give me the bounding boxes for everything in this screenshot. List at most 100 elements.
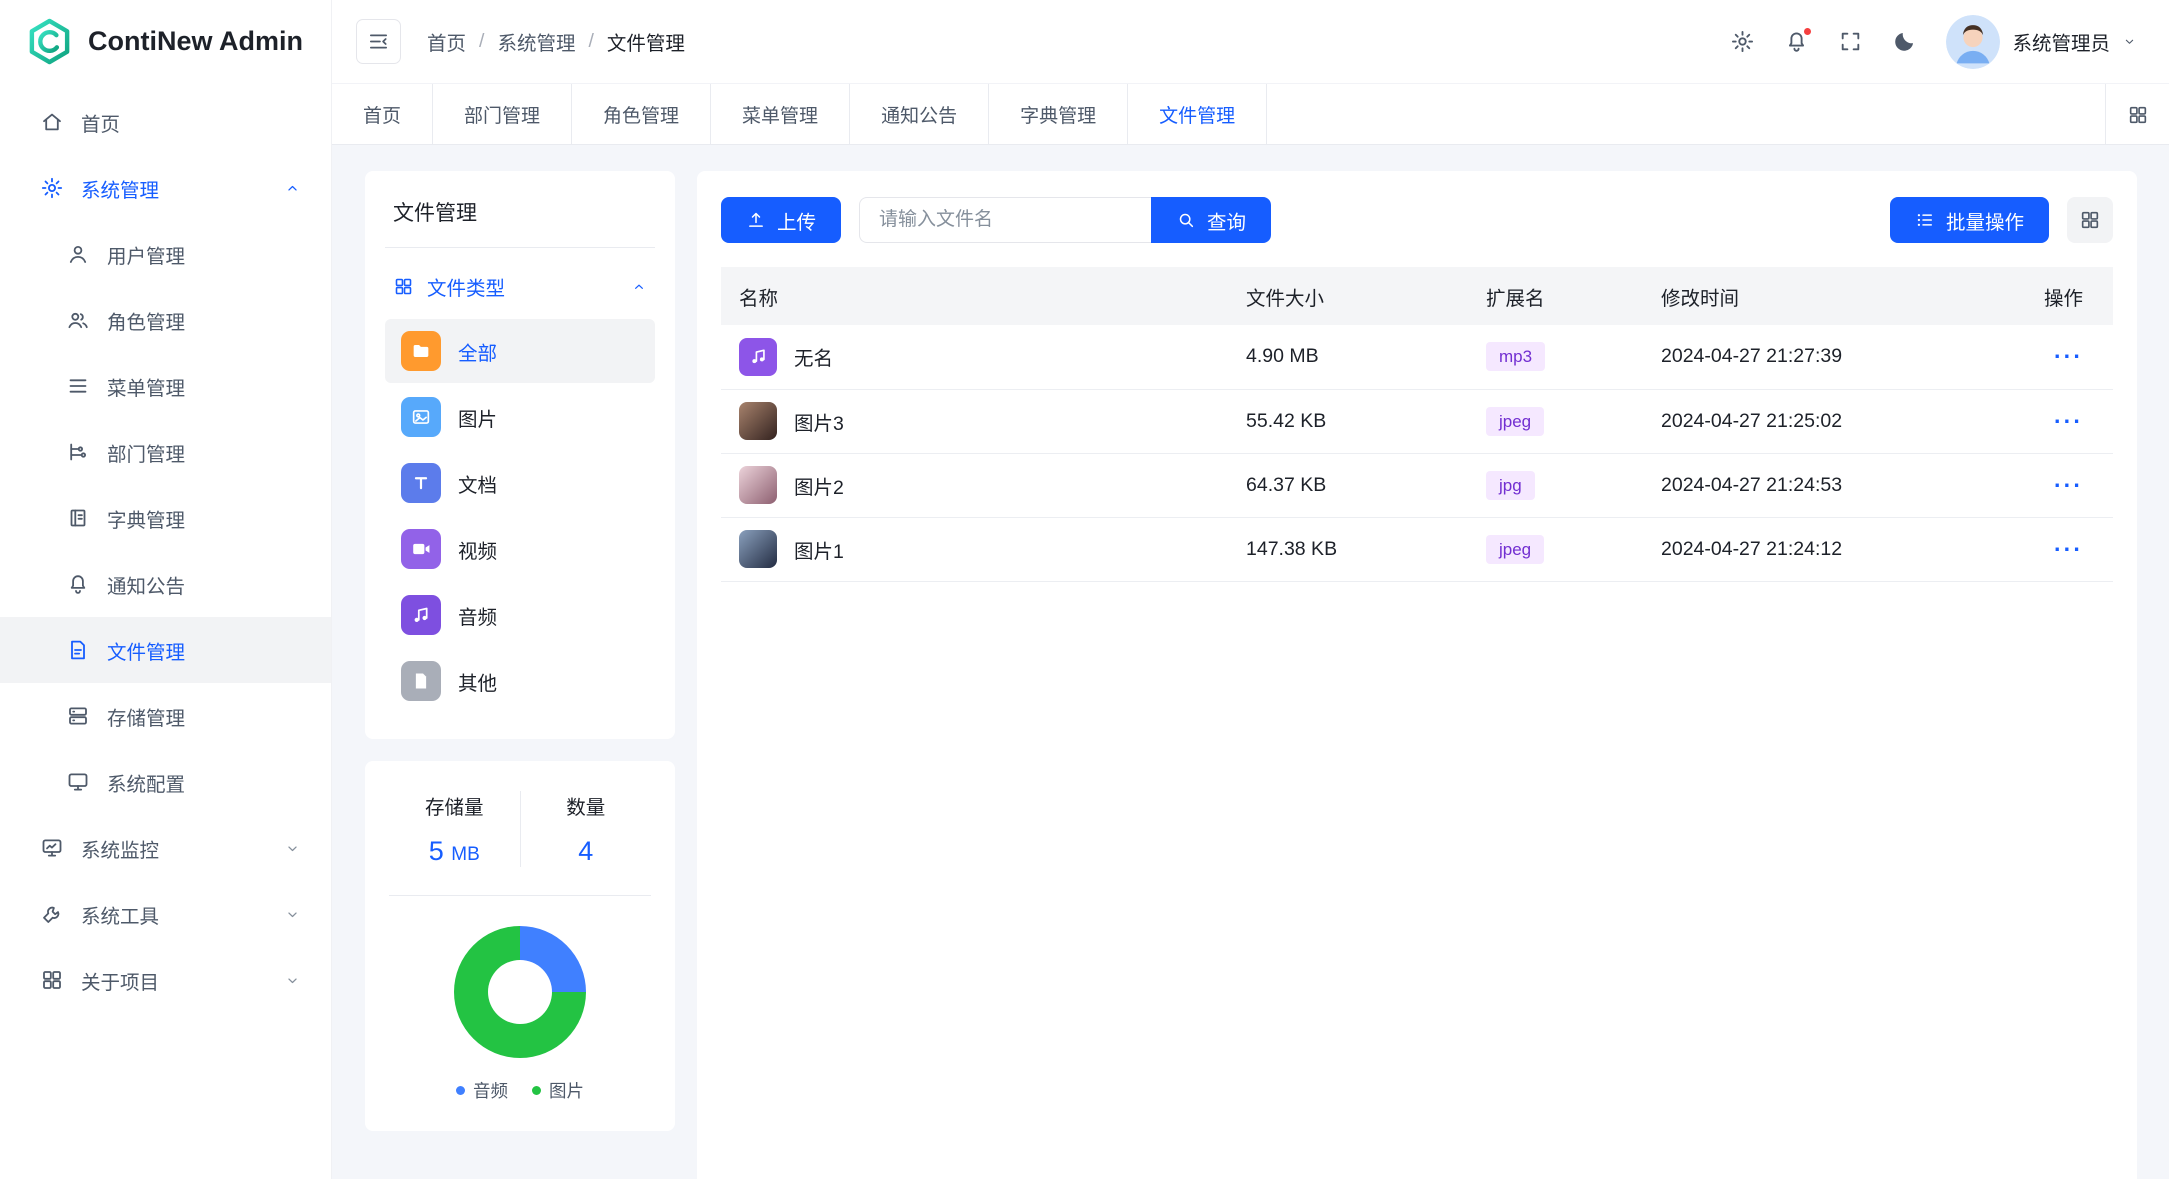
sidebar-item[interactable]: 系统配置	[0, 749, 331, 815]
doc-letter-icon	[401, 463, 441, 503]
sidebar-item[interactable]: 角色管理	[0, 287, 331, 353]
tab-label: 文件管理	[1159, 101, 1235, 128]
row-actions-button[interactable]: ···	[2054, 408, 2083, 434]
file-type-item[interactable]: 全部	[385, 319, 655, 383]
bell-icon	[66, 572, 90, 596]
notifications-button[interactable]	[1784, 29, 1809, 54]
user-menu[interactable]: 系统管理员	[1946, 15, 2137, 69]
sidebar-item-label: 首页	[81, 108, 301, 137]
user-name: 系统管理员	[2012, 27, 2110, 56]
file-type-label: 视频	[458, 535, 497, 564]
tab[interactable]: 字典管理	[989, 84, 1128, 145]
col-header-actions: 操作	[2003, 267, 2113, 325]
tab[interactable]: 部门管理	[433, 84, 572, 145]
file-type-label: 其他	[458, 667, 497, 696]
app-logo[interactable]: ContiNew Admin	[0, 0, 331, 83]
table-row[interactable]: 图片2 64.37 KB jpg 2024-04-27 21:24:53 ···	[721, 453, 2113, 517]
sidebar-item[interactable]: 通知公告	[0, 551, 331, 617]
row-actions-button[interactable]: ···	[2054, 343, 2083, 369]
sidebar-group[interactable]: 关于项目	[0, 947, 331, 1013]
sidebar-collapse-button[interactable]	[356, 19, 401, 64]
table-row[interactable]: 图片1 147.38 KB jpeg 2024-04-27 21:24:12 ·…	[721, 517, 2113, 581]
breadcrumb-label: 系统管理	[497, 27, 575, 56]
storage-donut-chart	[454, 926, 586, 1058]
batch-actions-button[interactable]: 批量操作	[1890, 197, 2049, 243]
sidebar-item[interactable]: 存储管理	[0, 683, 331, 749]
legend-dot	[532, 1086, 541, 1095]
file-type-item[interactable]: 音频	[385, 583, 655, 647]
row-actions-button[interactable]: ···	[2054, 472, 2083, 498]
settings-button[interactable]	[1730, 29, 1755, 54]
image-icon	[401, 397, 441, 437]
upload-button[interactable]: 上传	[721, 197, 841, 243]
sidebar-group[interactable]: 系统监控	[0, 815, 331, 881]
count-stat-label: 数量	[521, 791, 652, 820]
sidebar-item-label: 角色管理	[107, 306, 301, 335]
sidebar-item-home[interactable]: 首页	[0, 89, 331, 155]
file-type-group-header[interactable]: 文件类型	[385, 248, 655, 317]
file-type-list: 全部 图片 文档	[385, 319, 655, 713]
legend-dot	[456, 1086, 465, 1095]
tab[interactable]: 角色管理	[572, 84, 711, 145]
col-header-ext: 扩展名	[1468, 267, 1643, 325]
file-size: 4.90 MB	[1228, 325, 1468, 389]
file-name-cell: 图片2	[739, 466, 1210, 504]
col-header-name: 名称	[721, 267, 1228, 325]
dark-mode-toggle[interactable]	[1892, 29, 1917, 54]
divider	[389, 895, 651, 896]
users-icon	[66, 308, 90, 332]
table-row[interactable]: 图片3 55.42 KB jpeg 2024-04-27 21:25:02 ··…	[721, 389, 2113, 453]
tab-actions-button[interactable]	[2105, 84, 2169, 145]
sidebar-item[interactable]: 字典管理	[0, 485, 331, 551]
tab[interactable]: 菜单管理	[711, 84, 850, 145]
monitor-icon	[66, 770, 90, 794]
org-tree-icon	[66, 440, 90, 464]
breadcrumb-item[interactable]: 系统管理 /	[497, 27, 593, 56]
fullscreen-button[interactable]	[1838, 29, 1863, 54]
filename-search-input[interactable]	[859, 197, 1151, 243]
apps-grid-icon	[40, 968, 64, 992]
folder-icon	[401, 331, 441, 371]
file-type-item[interactable]: 图片	[385, 385, 655, 449]
search-icon	[1176, 210, 1196, 230]
sidebar-item[interactable]: 文件管理	[0, 617, 331, 683]
tab[interactable]: 通知公告	[850, 84, 989, 145]
file-ext-tag: mp3	[1486, 342, 1545, 371]
file-type-item[interactable]: 其他	[385, 649, 655, 713]
query-button[interactable]: 查询	[1151, 197, 1271, 243]
sidebar-item[interactable]: 用户管理	[0, 221, 331, 287]
file-type-label: 文档	[458, 469, 497, 498]
sidebar-group-system-management[interactable]: 系统管理	[0, 155, 331, 221]
search-group: 查询	[859, 197, 1271, 243]
chart-legend: 音频 图片	[456, 1078, 584, 1103]
view-toggle-button[interactable]	[2067, 197, 2113, 243]
tab[interactable]: 首页	[332, 84, 433, 145]
legend-label: 音频	[473, 1078, 508, 1103]
tabs: 首页 部门管理 角色管理 菜单管理 通知公告	[332, 84, 2105, 145]
legend-item: 音频	[456, 1078, 508, 1103]
file-type-item[interactable]: 文档	[385, 451, 655, 515]
chevron-down-icon	[284, 840, 301, 857]
file-type-item[interactable]: 视频	[385, 517, 655, 581]
tab[interactable]: 文件管理	[1128, 84, 1267, 145]
content: 文件管理 文件类型 全部	[332, 145, 2169, 1179]
file-modified-time: 2024-04-27 21:24:53	[1643, 453, 2003, 517]
chevron-up-icon	[284, 180, 301, 197]
sidebar-item[interactable]: 部门管理	[0, 419, 331, 485]
sidebar-group[interactable]: 系统工具	[0, 881, 331, 947]
file-thumbnail	[739, 338, 777, 376]
file-type-group-label: 文件类型	[427, 272, 505, 301]
tab-label: 首页	[363, 101, 401, 128]
sidebar-item-label: 部门管理	[107, 438, 301, 467]
topbar: 首页 / 系统管理 / 文件管理 /	[332, 0, 2169, 83]
video-icon	[401, 529, 441, 569]
row-actions-button[interactable]: ···	[2054, 536, 2083, 562]
table-row[interactable]: 无名 4.90 MB mp3 2024-04-27 21:27:39 ···	[721, 325, 2113, 389]
sidebar-group-label: 系统监控	[81, 834, 267, 863]
breadcrumb-item[interactable]: 首页 /	[427, 27, 484, 56]
sidebar-item[interactable]: 菜单管理	[0, 353, 331, 419]
breadcrumb-item[interactable]: 文件管理 /	[607, 27, 685, 56]
list-icon	[1915, 210, 1935, 230]
chevron-up-icon	[631, 279, 647, 295]
file-ext-tag: jpeg	[1486, 407, 1544, 436]
